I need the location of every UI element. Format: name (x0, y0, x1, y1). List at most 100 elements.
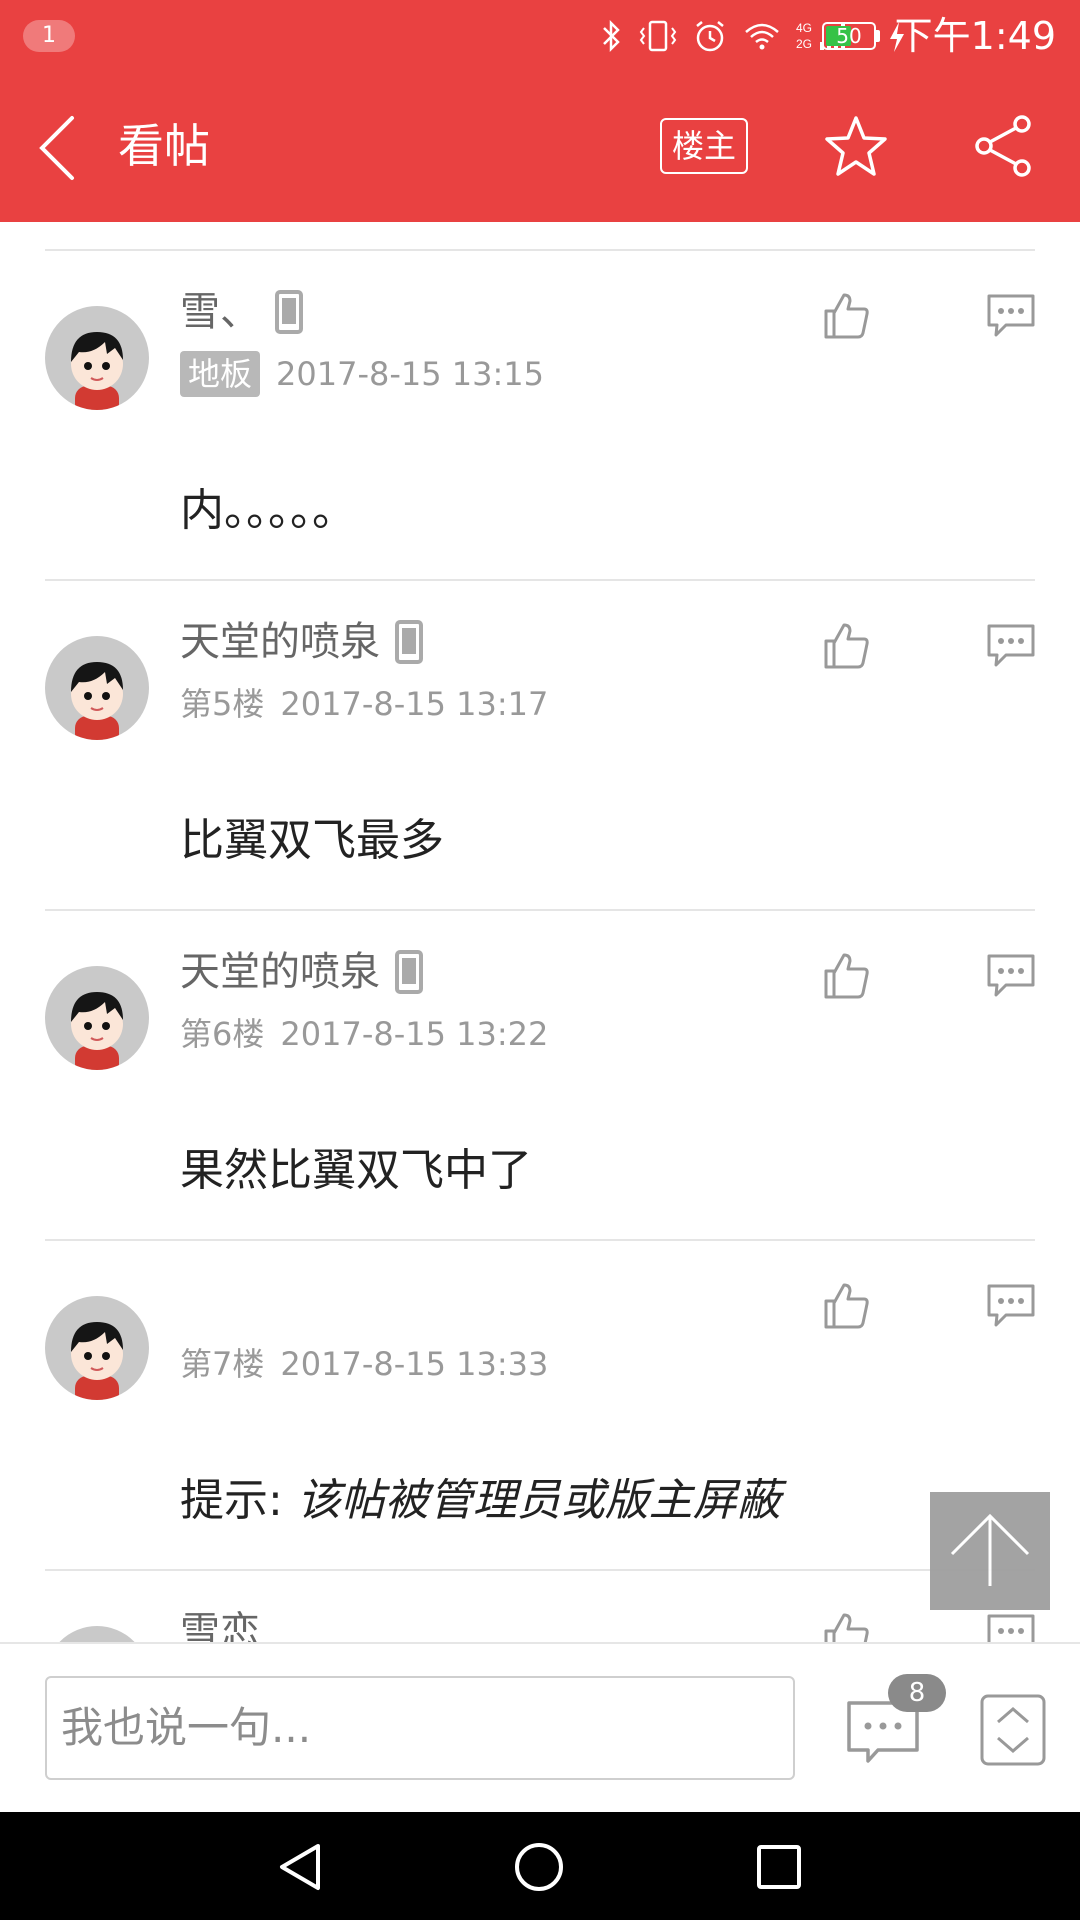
nav-home-button[interactable] (514, 1842, 564, 1892)
reply-list[interactable]: 雪、 地板 2017-8-15 13:15 内。。。。。 天堂的喷泉 第5楼 2… (0, 222, 1080, 1642)
avatar[interactable] (45, 1296, 149, 1400)
username-text: 雪、 (180, 289, 260, 335)
notification-count-badge: 1 (23, 20, 75, 52)
comment-button[interactable] (986, 951, 1036, 1001)
avatar[interactable] (45, 636, 149, 740)
list-item: 雪、 地板 2017-8-15 13:15 内。。。。。 (0, 251, 1080, 581)
thumbs-up-icon (824, 623, 869, 669)
phone-icon (395, 620, 423, 664)
phone-icon (275, 290, 303, 334)
username[interactable]: 天堂的喷泉 (180, 616, 426, 668)
comment-icon (987, 1614, 1035, 1642)
arrow-up-icon (950, 1513, 1030, 1586)
post-content: 果然比翼双飞中了 (180, 1145, 532, 1196)
back-arrow-icon (39, 116, 74, 180)
nav-home-icon (515, 1843, 563, 1891)
default-avatar-icon (71, 332, 123, 410)
reply-input[interactable]: 我也说一句... (45, 1676, 795, 1780)
default-avatar-icon (45, 1626, 149, 1642)
blocked-notice: 该帖被管理员或版主屏蔽 (296, 1475, 781, 1526)
reply-bar: 我也说一句... 8 (0, 1642, 1080, 1814)
like-button[interactable] (820, 949, 872, 1001)
comment-button[interactable] (986, 621, 1036, 671)
alarm-icon (696, 21, 724, 52)
chevron-updown-icon (980, 1694, 1046, 1766)
post-time: 2017-8-15 13:22 (280, 1015, 549, 1053)
system-nav-bar (0, 1812, 1080, 1920)
list-item: 天堂的喷泉 第6楼 2017-8-15 13:22 果然比翼双飞中了 (0, 911, 1080, 1241)
phone-icon (395, 950, 423, 994)
post-content: 比翼双飞最多 (180, 815, 444, 866)
favorite-button[interactable] (824, 114, 888, 178)
username[interactable]: 雪、 (180, 286, 306, 338)
page-navigate-button[interactable] (980, 1694, 1046, 1766)
comment-button[interactable] (986, 1611, 1036, 1642)
thumbs-up-icon (824, 953, 869, 999)
comment-icon (987, 624, 1035, 667)
like-button[interactable] (820, 289, 872, 341)
post-time: 2017-8-15 13:17 (280, 685, 549, 723)
star-icon (825, 116, 887, 176)
thumbs-up-icon (824, 293, 869, 339)
comment-icon (987, 954, 1035, 997)
username[interactable]: 天堂的喷泉 (180, 946, 426, 998)
username-text: 雪恋 (180, 1609, 260, 1642)
like-button[interactable] (820, 1279, 872, 1331)
floor-label: 第6楼 (180, 1015, 265, 1053)
app-bar: 看帖 楼主 (0, 72, 1080, 222)
floor-label: 第5楼 (180, 685, 265, 723)
svg-text:4G: 4G (796, 21, 812, 35)
comment-button[interactable] (986, 1281, 1036, 1331)
notice-prefix: 提示: (180, 1475, 297, 1526)
page-title: 看帖 (118, 119, 210, 173)
comment-button[interactable] (986, 291, 1036, 341)
nav-recent-icon (757, 1845, 801, 1889)
like-button[interactable] (820, 619, 872, 671)
battery-level: 50 (836, 24, 862, 48)
battery-icon: 50 (822, 22, 876, 50)
username-text: 天堂的喷泉 (180, 949, 380, 995)
post-time: 2017-8-15 13:33 (280, 1345, 549, 1383)
avatar[interactable] (45, 1626, 149, 1642)
list-item: 第7楼 2017-8-15 13:33 提示: 该帖被管理员或版主屏蔽 (0, 1241, 1080, 1571)
bluetooth-icon (603, 19, 620, 53)
default-avatar-icon (71, 1322, 123, 1400)
avatar[interactable] (45, 306, 149, 410)
post-meta: 第5楼 2017-8-15 13:17 (180, 681, 548, 727)
comment-icon (987, 294, 1035, 337)
avatar[interactable] (45, 966, 149, 1070)
nav-back-button[interactable] (276, 1842, 326, 1892)
comment-count-badge: 8 (888, 1674, 946, 1712)
svg-text:2G: 2G (796, 37, 812, 51)
status-icons: 4G 2G (600, 14, 850, 58)
floor-label: 第7楼 (180, 1345, 265, 1383)
comment-icon (987, 1284, 1035, 1327)
owner-only-button[interactable]: 楼主 (660, 118, 748, 174)
post-meta: 第6楼 2017-8-15 13:22 (180, 1011, 548, 1057)
list-item: 雪恋 (0, 1571, 1080, 1642)
like-button[interactable] (820, 1609, 872, 1642)
vibrate-icon (639, 20, 677, 52)
floor-badge: 地板 (180, 351, 261, 397)
wifi-icon (745, 23, 779, 50)
share-button[interactable] (972, 114, 1036, 178)
status-bar: 1 4G 2G 50 下午1:49 (0, 0, 1080, 72)
post-time: 2017-8-15 13:15 (276, 355, 545, 393)
thumbs-up-icon (824, 1283, 869, 1329)
username[interactable]: 雪恋 (180, 1606, 260, 1642)
scroll-to-top-button[interactable] (930, 1492, 1050, 1610)
back-button[interactable] (30, 112, 90, 182)
username-text: 天堂的喷泉 (180, 619, 380, 665)
battery-tip (876, 30, 880, 42)
default-avatar-icon (71, 662, 123, 740)
nav-recent-button[interactable] (756, 1844, 802, 1890)
share-icon (975, 115, 1031, 177)
thumbs-up-icon (824, 1613, 869, 1642)
status-time: 下午1:49 (894, 14, 1056, 58)
post-meta: 第7楼 2017-8-15 13:33 (180, 1341, 548, 1387)
nav-back-icon (280, 1844, 320, 1890)
list-item: 天堂的喷泉 第5楼 2017-8-15 13:17 比翼双飞最多 (0, 581, 1080, 911)
post-content: 内。。。。。 (180, 485, 356, 536)
post-content: 提示: 该帖被管理员或版主屏蔽 (180, 1471, 781, 1531)
default-avatar-icon (71, 992, 123, 1070)
